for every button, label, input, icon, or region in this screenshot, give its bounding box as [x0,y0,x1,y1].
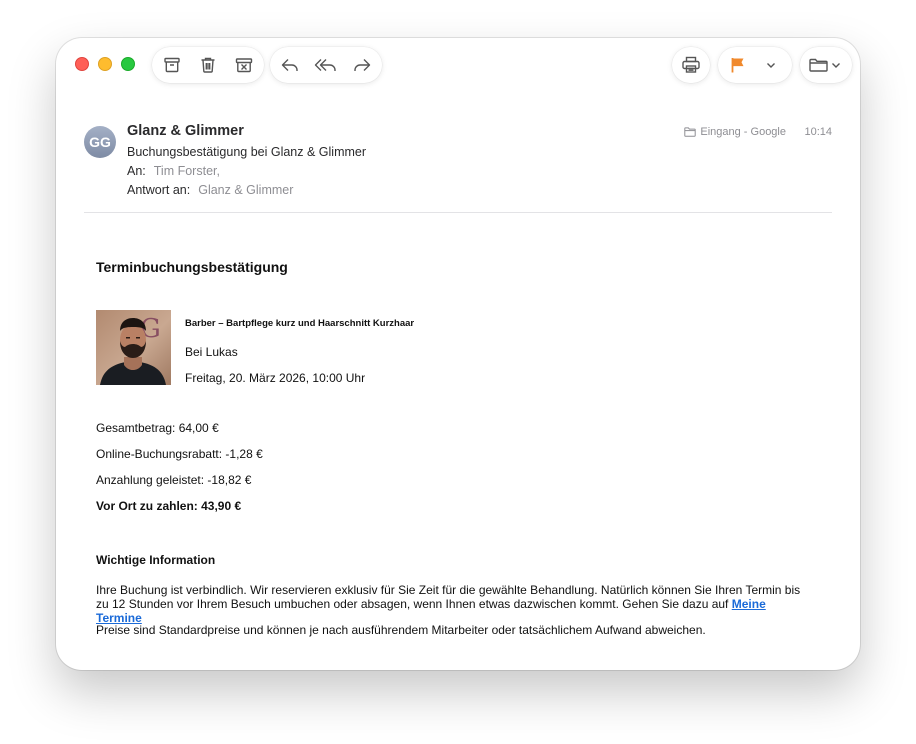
mailbox-name: Eingang - Google [700,126,786,138]
flag-button[interactable] [720,47,756,83]
reply-to-address[interactable]: Glanz & Glimmer [198,183,293,197]
online-discount: Online-Buchungsrabatt: -1,28 € [96,447,263,461]
reply-all-icon [314,59,336,71]
chevron-down-icon [767,63,775,68]
service-staff: Bei Lukas [185,345,238,359]
print-button[interactable] [673,47,709,83]
reply-to-label: Antwort an: [127,183,191,197]
reply-all-button[interactable] [308,47,344,83]
printer-icon [682,56,700,73]
junk-icon [235,58,253,73]
mail-window: GG Glanz & Glimmer Buchungsbestätigung b… [56,38,860,670]
staff-photo: G [96,310,171,385]
forward-icon [354,59,371,71]
received-time: 10:14 [804,126,832,138]
zoom-window-button[interactable] [121,57,135,71]
archive-box-icon [164,57,180,73]
folder-icon [809,58,840,72]
service-title: Barber – Bartpflege kurz und Haarschnitt… [185,318,415,329]
reply-to-row: Antwort an: Glanz & Glimmer [127,183,293,197]
subject-line: Buchungsbestätigung bei Glanz & Glimmer [127,145,367,159]
info-heading: Wichtige Information [96,553,216,567]
mailbox-indicator[interactable]: Eingang - Google [684,126,786,138]
flag-group [718,47,792,83]
print-group [672,47,710,83]
move-group [800,47,852,83]
reply-button[interactable] [272,47,308,83]
avatar: GG [84,126,116,158]
move-to-folder-button[interactable] [800,47,852,83]
minimize-window-button[interactable] [98,57,112,71]
reply-actions-group [270,47,382,83]
info-paragraph: Ihre Buchung ist verbindlich. Wir reserv… [96,583,812,625]
to-recipient[interactable]: Tim Forster, [154,164,220,178]
reply-icon [281,59,298,71]
trash-button[interactable] [190,47,226,83]
amount-due: Vor Ort zu zahlen: 43,90 € [96,499,242,513]
archive-button[interactable] [154,47,190,83]
delete-actions-group [152,47,264,83]
header-divider [84,212,832,213]
to-label: An: [127,164,146,178]
price-note: Preise sind Standardpreise und können je… [96,623,706,637]
trash-icon [201,57,215,73]
to-row: An: Tim Forster, [127,164,220,178]
toolbar [56,38,860,92]
deposit-paid: Anzahlung geleistet: -18,82 € [96,473,252,487]
total-amount: Gesamtbetrag: 64,00 € [96,421,219,435]
service-datetime: Freitag, 20. März 2026, 10:00 Uhr [185,371,366,385]
email-heading: Terminbuchungsbestätigung [96,259,288,275]
barber-portrait-image: G [96,310,171,385]
info-text: Ihre Buchung ist verbindlich. Wir reserv… [96,583,801,611]
sender-name[interactable]: Glanz & Glimmer [127,123,244,139]
close-window-button[interactable] [75,57,89,71]
flag-menu-button[interactable] [756,47,786,83]
junk-button[interactable] [226,47,262,83]
folder-icon [684,127,697,137]
flag-icon [731,58,744,73]
forward-button[interactable] [344,47,380,83]
